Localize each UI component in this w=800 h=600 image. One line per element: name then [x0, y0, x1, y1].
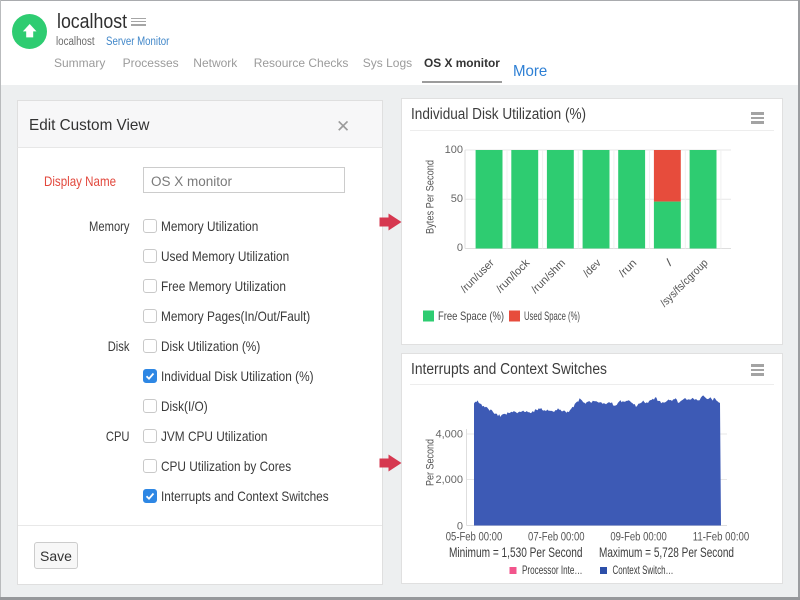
svg-text:/run/shm: /run/shm — [529, 257, 568, 296]
svg-text:100: 100 — [445, 144, 463, 156]
svg-text:/run: /run — [617, 257, 640, 280]
svg-text:2,000: 2,000 — [435, 474, 463, 486]
svg-text:Used Space (%): Used Space (%) — [524, 309, 580, 323]
svg-text:07-Feb 00:00: 07-Feb 00:00 — [528, 532, 585, 544]
svg-text:09-Feb 00:00: 09-Feb 00:00 — [610, 532, 667, 544]
svg-text:Free Space (%): Free Space (%) — [438, 309, 504, 323]
svg-text:Maximum = 5,728 Per Second: Maximum = 5,728 Per Second — [599, 544, 734, 560]
svg-text:/: / — [664, 256, 676, 268]
svg-text:Minimum = 1,530 Per Second: Minimum = 1,530 Per Second — [449, 544, 583, 560]
svg-text:11-Feb 00:00: 11-Feb 00:00 — [693, 532, 750, 544]
svg-text:/sys/fs/cgroup: /sys/fs/cgroup — [658, 257, 710, 309]
svg-text:Per Second: Per Second — [425, 439, 437, 486]
svg-text:Bytes Per Second: Bytes Per Second — [425, 160, 437, 234]
svg-text:/run/lock: /run/lock — [494, 257, 533, 296]
svg-text:/run/user: /run/user — [459, 257, 497, 295]
svg-text:50: 50 — [451, 193, 463, 205]
svg-text:05-Feb 00:00: 05-Feb 00:00 — [446, 532, 503, 544]
svg-text:Context Switch…: Context Switch… — [613, 563, 674, 577]
svg-text:4,000: 4,000 — [435, 429, 463, 441]
svg-text:0: 0 — [457, 242, 463, 254]
svg-text:/dev: /dev — [581, 257, 604, 280]
svg-text:Processor Inte…: Processor Inte… — [522, 563, 583, 577]
